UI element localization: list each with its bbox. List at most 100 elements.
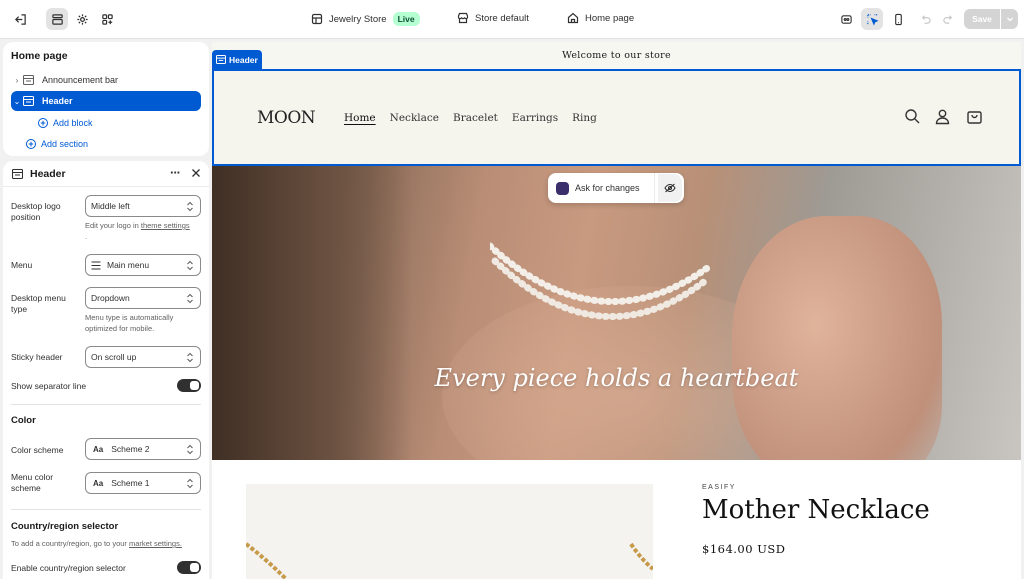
- select-value: Middle left: [91, 201, 130, 211]
- help-text: Edit your logo in: [85, 221, 141, 230]
- select-value: Scheme 2: [111, 444, 150, 454]
- plus-circle-icon: +: [26, 139, 36, 149]
- section-tag: Header: [212, 50, 262, 69]
- section-tag-label: Header: [229, 54, 258, 65]
- menu-type-select[interactable]: Dropdown: [85, 287, 201, 309]
- color-scheme-label: Color scheme: [11, 445, 64, 455]
- country-selector-toggle[interactable]: [177, 561, 201, 574]
- sidebar-item-announcement-bar[interactable]: › Announcement bar: [11, 70, 201, 90]
- theme-selector[interactable]: Store default: [457, 12, 529, 24]
- add-block-label: Add block: [53, 118, 93, 128]
- pearl-necklace-image: [490, 242, 714, 321]
- save-options-button[interactable]: [1001, 9, 1018, 29]
- search-icon[interactable]: [904, 108, 921, 125]
- select-value: Dropdown: [91, 293, 130, 303]
- store-logo[interactable]: MOON: [257, 108, 316, 128]
- add-block-button[interactable]: + Add block: [38, 118, 93, 128]
- product-price: $164.00 USD: [702, 542, 786, 556]
- market-settings-link[interactable]: market settings.: [129, 539, 182, 548]
- nav-item-ring[interactable]: Ring: [572, 112, 597, 124]
- select-value: Main menu: [107, 260, 150, 270]
- chevron-down-icon[interactable]: ⌄: [11, 97, 23, 106]
- hide-overlay-button[interactable]: [658, 174, 682, 202]
- nav-item-necklace[interactable]: Necklace: [390, 112, 439, 124]
- divider: [654, 173, 655, 203]
- select-arrows-icon: [187, 478, 193, 489]
- exit-icon[interactable]: [9, 8, 31, 30]
- country-enable-label: Enable country/region selector: [11, 563, 126, 573]
- country-help: To add a country/region, go to your mark…: [11, 539, 206, 550]
- theme-name: Store default: [475, 12, 529, 24]
- settings-header: Header ···: [3, 161, 209, 187]
- scheme-swatch-icon: Aa: [93, 444, 104, 454]
- product-title: Mother Necklace: [702, 495, 930, 525]
- add-section-button[interactable]: + Add section: [26, 139, 88, 149]
- add-section-label: Add section: [41, 139, 89, 149]
- redo-icon[interactable]: [937, 8, 959, 30]
- account-icon[interactable]: [934, 108, 951, 125]
- cart-icon[interactable]: [966, 108, 983, 125]
- undo-icon[interactable]: [914, 8, 936, 30]
- logo-position-help: Edit your logo in theme settings.: [85, 221, 205, 242]
- menu-list-icon: [91, 260, 101, 270]
- logo-position-select[interactable]: Middle left: [85, 195, 201, 217]
- select-value: Scheme 1: [111, 478, 150, 488]
- divider: [11, 509, 201, 510]
- hero-image-hand: [732, 216, 942, 460]
- product-vendor: EASIFY: [702, 484, 736, 491]
- scheme-swatch-icon: Aa: [93, 478, 104, 488]
- sticky-header-select[interactable]: On scroll up: [85, 346, 201, 368]
- hero-heading: Every piece holds a heartbeat: [434, 364, 799, 392]
- nav-item-earrings[interactable]: Earrings: [512, 112, 558, 124]
- eye-off-icon: [664, 183, 676, 193]
- product-image[interactable]: [244, 484, 655, 579]
- menu-color-scheme-select[interactable]: Aa Scheme 1: [85, 472, 201, 494]
- announcement-bar[interactable]: Welcome to our store: [212, 42, 1021, 69]
- section-icon: [216, 55, 226, 64]
- divider: [11, 404, 201, 405]
- color-section-title: Color: [11, 415, 36, 426]
- section-icon: [23, 95, 37, 107]
- gear-icon[interactable]: [71, 8, 93, 30]
- color-scheme-select[interactable]: Aa Scheme 2: [85, 438, 201, 460]
- separator-toggle[interactable]: [177, 379, 201, 392]
- page-selector[interactable]: Home page: [567, 12, 634, 24]
- sidebar-item-label: Announcement bar: [42, 75, 119, 85]
- page-name: Home page: [585, 12, 635, 24]
- nav-item-bracelet[interactable]: Bracelet: [453, 112, 498, 124]
- status-badge: Live: [392, 12, 420, 26]
- select-cursor-icon[interactable]: [861, 8, 883, 30]
- ai-assistant-icon: [556, 181, 569, 195]
- chevron-down-icon: [1006, 17, 1013, 22]
- menu-select[interactable]: Main menu: [85, 254, 201, 276]
- menu-label: Menu: [11, 260, 33, 270]
- sections-icon[interactable]: [46, 8, 68, 30]
- mobile-view-icon[interactable]: [887, 8, 909, 30]
- site-header[interactable]: MOON Home Necklace Bracelet Earrings Rin…: [212, 69, 1021, 166]
- select-arrows-icon: [187, 444, 193, 455]
- section-icon: [23, 74, 37, 86]
- store-name: Jewelry Store: [329, 13, 387, 25]
- home-icon: [567, 12, 579, 24]
- panel-title: Home page: [11, 50, 68, 62]
- theme-settings-link[interactable]: theme settings: [141, 221, 190, 230]
- select-arrows-icon: [187, 293, 193, 304]
- more-options-icon[interactable]: ···: [170, 165, 181, 180]
- apps-icon[interactable]: [96, 8, 118, 30]
- settings-title: Header: [30, 168, 66, 180]
- save-button[interactable]: Save: [964, 9, 1000, 29]
- select-arrows-icon: [187, 260, 193, 271]
- store-selector[interactable]: Jewelry Store Live: [311, 12, 420, 26]
- store-icon: [457, 12, 469, 24]
- chevron-right-icon[interactable]: ›: [11, 76, 23, 85]
- nav-item-home[interactable]: Home: [344, 112, 376, 124]
- ask-for-changes-button[interactable]: Ask for changes: [548, 173, 684, 203]
- close-icon[interactable]: [191, 168, 201, 180]
- main-nav: Home Necklace Bracelet Earrings Ring: [344, 112, 597, 124]
- separator-label: Show separator line: [11, 381, 87, 391]
- layout-icon: [311, 13, 323, 25]
- sidebar-item-header[interactable]: ⌄ Header: [11, 91, 201, 111]
- inspector-icon[interactable]: [835, 8, 857, 30]
- menu-type-help: Menu type is automatically optimized for…: [85, 313, 174, 333]
- hero-banner[interactable]: Every piece holds a heartbeat: [212, 166, 1021, 460]
